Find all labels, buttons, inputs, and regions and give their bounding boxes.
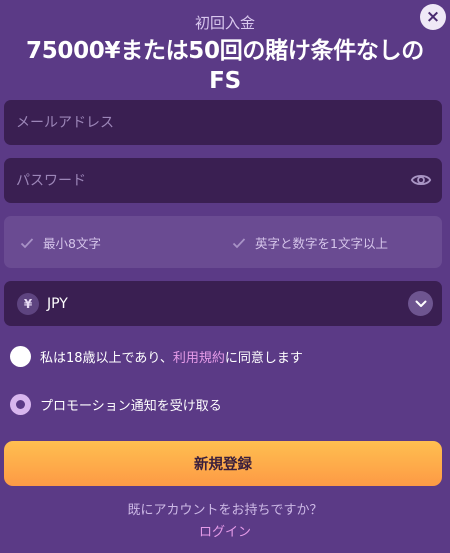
have-account-text: 既にアカウントをお持ちですか？ [127, 503, 323, 518]
login-link[interactable]: ログイン [0, 521, 450, 540]
password-field-container [4, 158, 442, 203]
email-input[interactable] [4, 100, 442, 145]
age-consent-text-after: に同意します [224, 351, 303, 366]
age-consent-checkbox[interactable] [10, 346, 31, 367]
chevron-down-icon [415, 300, 426, 307]
checked-dot [16, 400, 25, 409]
promo-subtitle: 初回入金 [194, 14, 255, 32]
currency-select[interactable]: ¥ JPY [4, 281, 442, 326]
check-icon [232, 237, 246, 248]
password-input[interactable] [4, 158, 442, 203]
promotions-row: プロモーション通知を受け取る [10, 394, 222, 415]
age-consent-row: 私は18歳以上であり、 利用規約 に同意します [10, 346, 303, 367]
currency-dropdown-toggle[interactable] [408, 291, 433, 316]
rule-alnum: 英字と数字を1文字以上 [232, 233, 388, 252]
terms-link[interactable]: 利用規約 [173, 347, 225, 366]
rule-label: 最小8文字 [43, 236, 101, 251]
promo-headline: 75000¥または50回の賭け条件なしの FS [0, 36, 450, 96]
check-icon [20, 237, 34, 248]
currency-value: JPY [47, 295, 68, 312]
yen-icon: ¥ [17, 292, 39, 315]
register-button[interactable]: 新規登録 [4, 441, 442, 486]
eye-icon[interactable] [410, 170, 432, 190]
age-consent-text-before: 私は18歳以上であり、 [40, 351, 173, 366]
password-rules: 最小8文字 英字と数字を1文字以上 [4, 216, 442, 268]
promotions-checkbox[interactable] [10, 394, 31, 415]
email-field-container [4, 100, 442, 145]
headline-line-2: FS [209, 68, 241, 94]
rule-min-length: 最小8文字 [20, 233, 101, 252]
headline-line-1: 75000¥または50回の賭け条件なしの [25, 38, 425, 64]
promotions-label: プロモーション通知を受け取る [40, 399, 222, 414]
rule-label: 英字と数字を1文字以上 [255, 236, 388, 251]
